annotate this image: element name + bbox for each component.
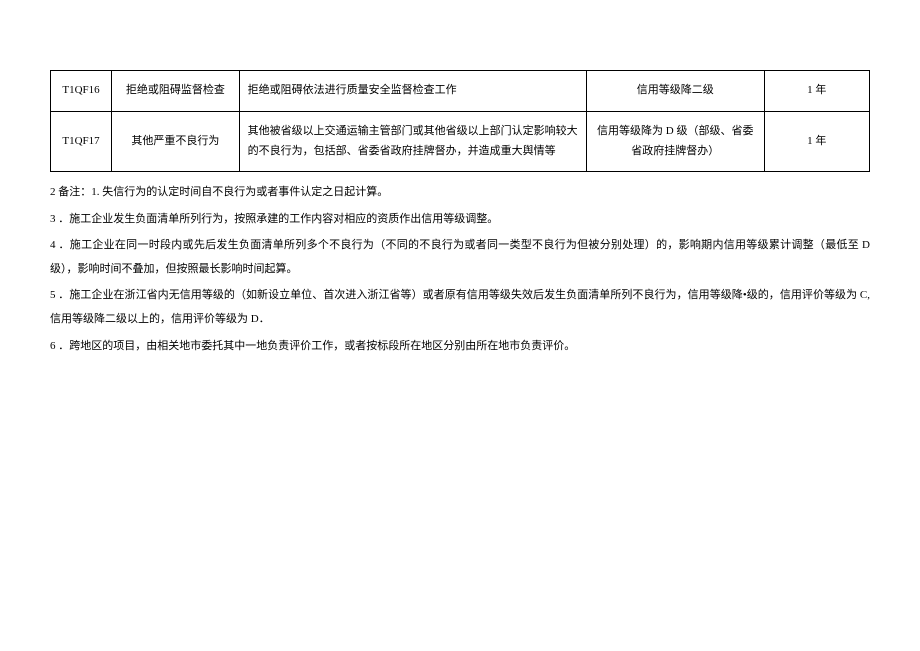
cell-name: 拒绝或阻碍监督检查 bbox=[112, 71, 240, 112]
note-line: 5 ．施工企业在浙江省内无信用等级的（如新设立单位、首次进入浙江省等）或者原有信… bbox=[50, 283, 870, 331]
note-line: 3 ．施工企业发生负面清单所列行为，按照承建的工作内容对相应的资质作出信用等级调… bbox=[50, 207, 870, 231]
table-row: T1QF17 其他严重不良行为 其他被省级以上交通运输主管部门或其他省级以上部门… bbox=[51, 111, 870, 172]
cell-desc: 其他被省级以上交通运输主管部门或其他省级以上部门认定影响较大的不良行为，包括部、… bbox=[239, 111, 586, 172]
cell-duration: 1 年 bbox=[764, 111, 869, 172]
cell-code: T1QF17 bbox=[51, 111, 112, 172]
violations-table: T1QF16 拒绝或阻碍监督检查 拒绝或阻碍依法进行质量安全监督检查工作 信用等… bbox=[50, 70, 870, 172]
cell-penalty: 信用等级降为 D 级（部级、省委省政府挂牌督办） bbox=[586, 111, 764, 172]
note-line: 6 ．跨地区的项目，由相关地市委托其中一地负责评价工作，或者按标段所在地区分别由… bbox=[50, 334, 870, 358]
note-line: 4 ．施工企业在同一时段内或先后发生负面清单所列多个不良行为（不同的不良行为或者… bbox=[50, 233, 870, 281]
table-row: T1QF16 拒绝或阻碍监督检查 拒绝或阻碍依法进行质量安全监督检查工作 信用等… bbox=[51, 71, 870, 112]
cell-desc: 拒绝或阻碍依法进行质量安全监督检查工作 bbox=[239, 71, 586, 112]
cell-penalty: 信用等级降二级 bbox=[586, 71, 764, 112]
note-line: 2 备注：1. 失信行为的认定时间自不良行为或者事件认定之日起计算。 bbox=[50, 180, 870, 204]
cell-name: 其他严重不良行为 bbox=[112, 111, 240, 172]
cell-duration: 1 年 bbox=[764, 71, 869, 112]
notes-section: 2 备注：1. 失信行为的认定时间自不良行为或者事件认定之日起计算。 3 ．施工… bbox=[50, 180, 870, 357]
cell-code: T1QF16 bbox=[51, 71, 112, 112]
